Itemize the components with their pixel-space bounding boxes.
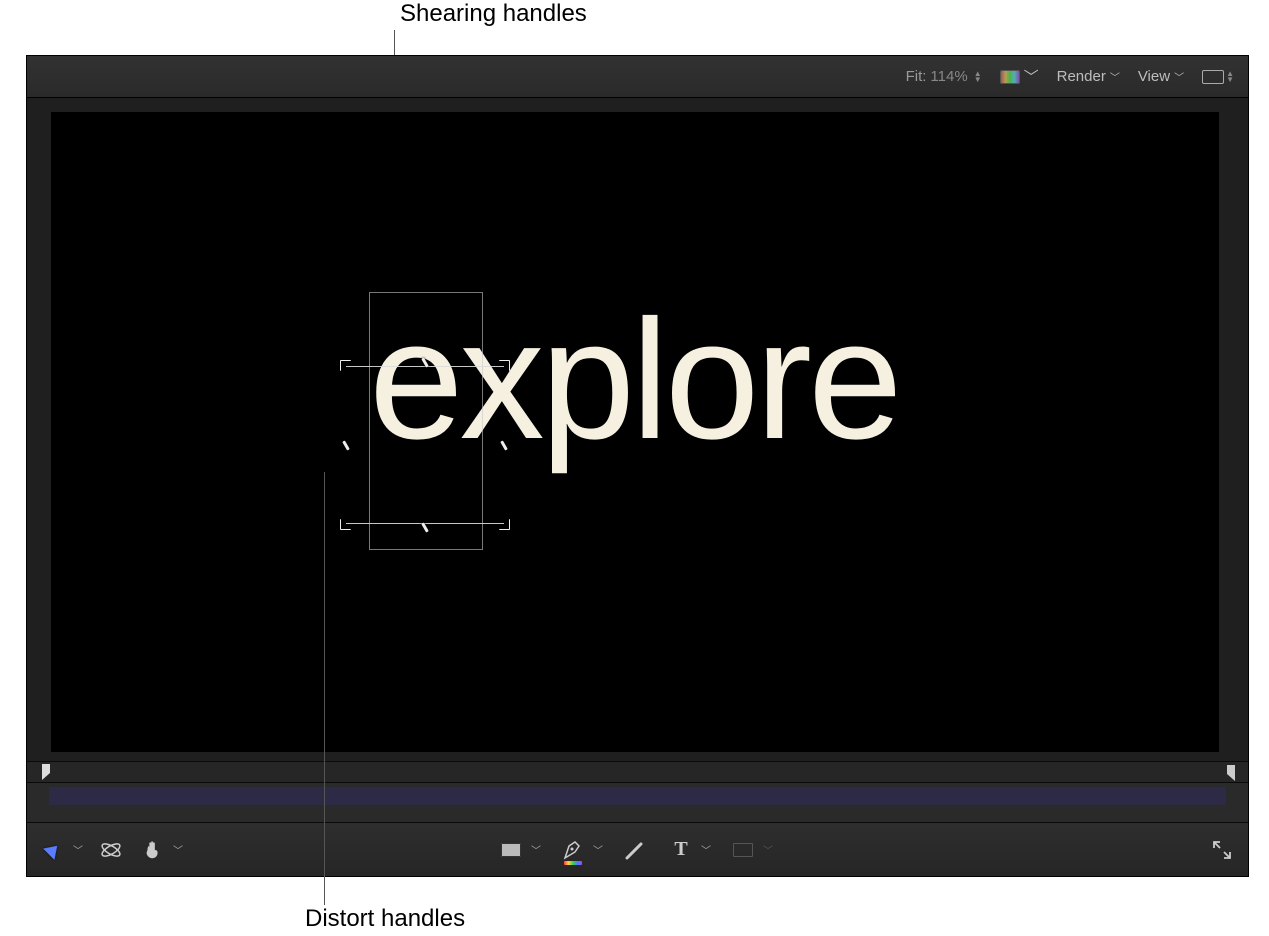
arrow-cursor-icon: [43, 840, 63, 860]
distort-handle[interactable]: [340, 360, 351, 371]
text-tool[interactable]: T: [667, 836, 695, 864]
color-spectrum-icon: [1000, 70, 1020, 84]
rectangle-outline-icon: [733, 843, 753, 857]
timeline-track-bg: [49, 787, 1226, 805]
atom-orbit-icon: [99, 838, 123, 862]
expand-arrows-icon: [1212, 840, 1232, 860]
chevron-down-icon[interactable]: ﹀: [173, 842, 183, 857]
stepper-icon: ▲▼: [974, 71, 982, 83]
3d-transform-tool[interactable]: [97, 836, 125, 864]
annotation-distort: Distort handles: [305, 905, 465, 933]
fit-label: Fit:: [906, 68, 927, 85]
canvas-text-layer[interactable]: explore: [369, 282, 899, 478]
annotation-shearing: Shearing handles: [400, 0, 587, 28]
mini-timeline[interactable]: Sequence Text: [27, 761, 1248, 822]
app-window: Fit: 114% ▲▼ ﹀ Render ﹀ View ﹀ ▲▼ explor…: [26, 55, 1249, 877]
view-label: View: [1138, 68, 1170, 85]
pan-tool[interactable]: [139, 836, 167, 864]
rectangle-mask-tool[interactable]: [497, 836, 525, 864]
viewer-toolbar: Fit: 114% ▲▼ ﹀ Render ﹀ View ﹀ ▲▼: [27, 56, 1248, 98]
paint-stroke-tool[interactable]: [621, 836, 649, 864]
color-underline-icon: [564, 861, 582, 865]
chevron-down-icon[interactable]: ﹀: [701, 842, 711, 857]
chevron-down-icon[interactable]: ﹀: [593, 842, 603, 857]
stepper-icon: ▲▼: [1226, 71, 1234, 83]
layout-box-icon: [1202, 70, 1224, 84]
render-label: Render: [1057, 68, 1106, 85]
distort-handle[interactable]: [340, 519, 351, 530]
view-menu[interactable]: View ﹀: [1138, 68, 1184, 85]
chevron-down-icon[interactable]: ﹀: [531, 842, 541, 857]
fullscreen-toggle[interactable]: [1208, 836, 1236, 864]
bezier-tool[interactable]: [559, 836, 587, 864]
shear-handle[interactable]: [342, 440, 350, 450]
playhead-start-marker[interactable]: [41, 763, 55, 781]
hand-icon: [142, 839, 164, 861]
callout-line-bottom: [324, 472, 325, 905]
canvas-tool-toolbar: ﹀ ﹀ ﹀: [27, 822, 1248, 876]
render-menu[interactable]: Render ﹀: [1057, 68, 1120, 85]
text-t-icon: T: [674, 838, 687, 861]
chevron-down-icon: ﹀: [1174, 69, 1184, 84]
brush-icon: [623, 838, 647, 862]
select-tool[interactable]: [39, 836, 67, 864]
pen-nib-icon: [561, 838, 585, 862]
distort-handle[interactable]: [499, 519, 510, 530]
chevron-down-icon: ﹀: [1024, 66, 1039, 87]
shear-handle[interactable]: [421, 522, 429, 532]
color-channel-menu[interactable]: ﹀: [1000, 66, 1039, 87]
rectangle-icon: [501, 843, 521, 857]
canvas-region[interactable]: explore: [27, 98, 1248, 761]
zoom-fit-control[interactable]: Fit: 114% ▲▼: [906, 68, 982, 85]
canvas[interactable]: explore: [51, 112, 1219, 752]
chevron-down-icon[interactable]: ﹀: [73, 842, 83, 857]
fit-value: 114%: [930, 68, 967, 85]
shape-mask-tool-disabled: [729, 836, 757, 864]
playhead-end-marker[interactable]: [1222, 764, 1236, 785]
viewer-layout-menu[interactable]: ▲▼: [1202, 70, 1234, 84]
chevron-down-icon: ﹀: [763, 842, 773, 857]
chevron-down-icon: ﹀: [1110, 69, 1120, 84]
timeline-ruler[interactable]: [27, 761, 1248, 783]
